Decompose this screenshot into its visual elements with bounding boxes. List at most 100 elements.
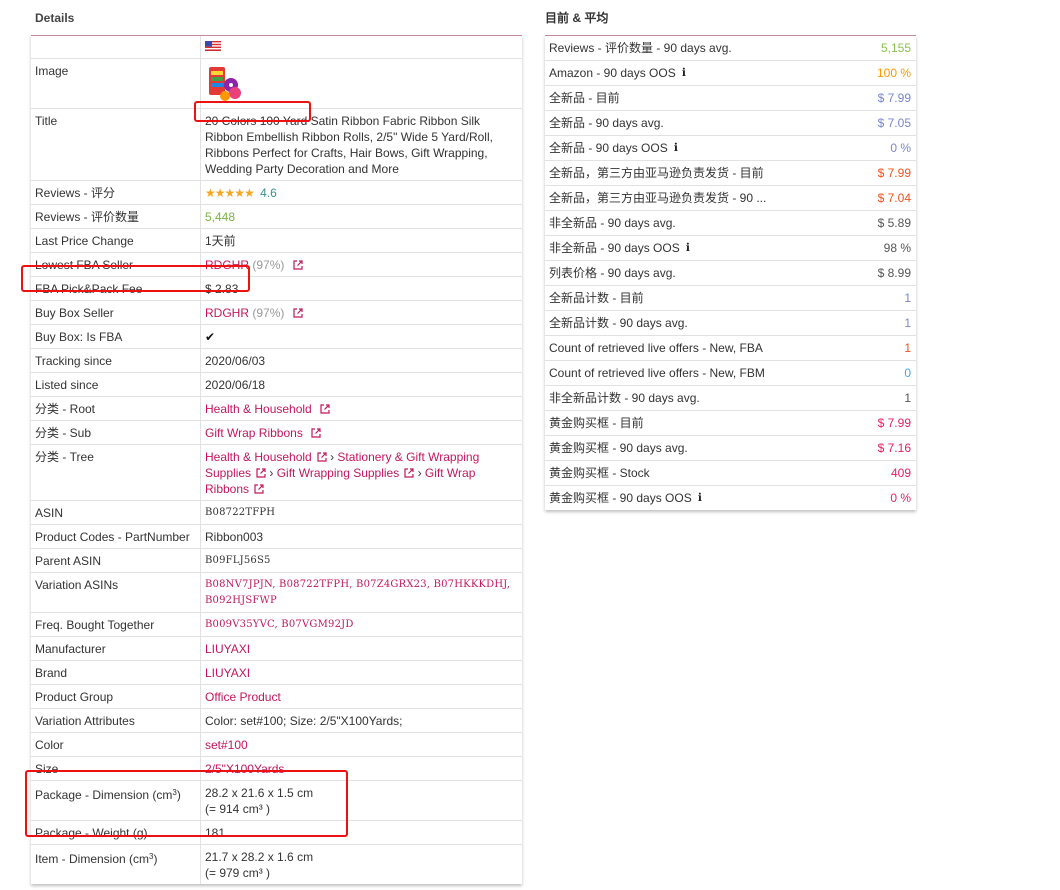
stat-label: 全新品 - 目前 (549, 91, 620, 105)
variation-asin-link[interactable]: B07Z4GRX23, (356, 579, 430, 590)
asin-label: ASIN (31, 501, 201, 524)
tracking-since-value: 2020/06/03 (205, 354, 266, 368)
category-tree-label: 分类 - Tree (31, 445, 201, 500)
stat-value: 0 % (890, 491, 911, 505)
table-row: Reviews - 评价数量 5,448 (31, 205, 522, 229)
stat-value: $ 8.99 (877, 266, 911, 280)
details-title: Details (35, 11, 75, 25)
checkmark-icon: ✔ (205, 330, 216, 344)
stat-row: 全新品，第三方由亚马逊负责发货 - 90 ... $ 7.04 (545, 186, 916, 211)
category-tree-link-1[interactable]: Health & Household (205, 450, 312, 464)
category-sub-link[interactable]: Gift Wrap Ribbons (205, 426, 303, 440)
stat-label: 列表价格 - 90 days avg. (549, 266, 676, 280)
stat-value: 5,155 (880, 41, 911, 55)
external-link-icon[interactable] (317, 452, 327, 462)
category-root-link[interactable]: Health & Household (205, 402, 312, 416)
variation-asin-link[interactable]: B092HJSFWP (205, 595, 277, 606)
last-price-change-label: Last Price Change (31, 229, 201, 252)
variation-asin-link[interactable]: B08NV7JPJN, (205, 579, 276, 590)
stat-label: Reviews - 评价数量 - 90 days avg. (549, 41, 732, 55)
asin-value: B08722TFPH (205, 507, 276, 518)
rating-stars-icon: ★★★★★ (205, 186, 255, 200)
item-dimension-label: Item - Dimension (cm3) (31, 845, 201, 884)
stat-value: 1 (904, 341, 911, 355)
category-tree-link-3[interactable]: Gift Wrapping Supplies (277, 466, 400, 480)
stat-label: 黄金购买框 - 90 days avg. (549, 441, 688, 455)
external-link-icon[interactable] (293, 308, 303, 318)
table-row: Variation Attributes Color: set#100; Siz… (31, 709, 522, 733)
stat-row: 全新品 - 目前 $ 7.99 (545, 86, 916, 111)
listed-since-label: Listed since (31, 373, 201, 396)
parent-asin-value: B09FLJ56S5 (205, 555, 271, 566)
stat-label: 全新品 - 90 days avg. (549, 116, 664, 130)
table-row: Last Price Change 1天前 (31, 229, 522, 253)
stat-value: $ 7.16 (877, 441, 911, 455)
stat-row: 全新品，第三方由亚马逊负责发货 - 目前 $ 7.99 (545, 161, 916, 186)
buybox-fba-label: Buy Box: Is FBA (31, 325, 201, 348)
stat-label: 黄金购买框 - 90 days OOS (549, 491, 692, 505)
stat-row: 黄金购买框 - Stock 409 (545, 461, 916, 486)
variation-asins-label: Variation ASINs (31, 573, 201, 612)
stat-row: 非全新品 - 90 days avg. $ 5.89 (545, 211, 916, 236)
stat-value: $ 5.89 (877, 216, 911, 230)
external-link-icon[interactable] (254, 484, 264, 494)
stat-row: Amazon - 90 days OOS ℹ 100 % (545, 61, 916, 86)
table-row: 分类 - Tree Health & Household › Stationer… (31, 445, 522, 501)
variation-asin-link[interactable]: B08722TFPH, (279, 579, 353, 590)
manufacturer-link[interactable]: LIUYAXI (201, 637, 522, 660)
stat-value: 1 (904, 391, 911, 405)
variation-attributes-value: Color: set#100; Size: 2/5"X100Yards; (205, 714, 403, 728)
stat-value: 0 % (890, 141, 911, 155)
fbt-asin-link[interactable]: B07VGM92JD (281, 619, 353, 630)
stat-value: $ 7.99 (877, 166, 911, 180)
product-image[interactable] (205, 63, 243, 103)
stat-value: 1 (904, 291, 911, 305)
external-link-icon[interactable] (293, 260, 303, 270)
stat-value: $ 7.99 (877, 91, 911, 105)
parent-asin-label: Parent ASIN (31, 549, 201, 572)
table-row: Manufacturer LIUYAXI (31, 637, 522, 661)
color-link[interactable]: set#100 (201, 733, 522, 756)
variation-asin-link[interactable]: B07HKKKDHJ, (434, 579, 511, 590)
product-group-link[interactable]: Office Product (201, 685, 522, 708)
buybox-seller-pct: (97%) (252, 306, 285, 320)
external-link-icon[interactable] (311, 428, 321, 438)
stat-row: 全新品 - 90 days avg. $ 7.05 (545, 111, 916, 136)
brand-label: Brand (31, 661, 201, 684)
table-row: 分类 - Root Health & Household (31, 397, 522, 421)
stat-value: $ 7.04 (877, 191, 911, 205)
stat-value: 0 (904, 366, 911, 380)
variation-asins: B08NV7JPJN, B08722TFPH, B07Z4GRX23, B07H… (201, 573, 522, 612)
stat-label: 全新品 - 90 days OOS (549, 141, 668, 155)
external-link-icon[interactable] (256, 468, 266, 478)
review-count-value: 5,448 (205, 210, 236, 224)
details-panel: Details Image Title 20 Colors 100 Yard S… (31, 9, 522, 884)
table-row: Product Group Office Product (31, 685, 522, 709)
table-row: Tracking since 2020/06/03 (31, 349, 522, 373)
stat-label: 全新品，第三方由亚马逊负责发货 - 目前 (549, 166, 764, 180)
stat-label: 非全新品计数 - 90 days avg. (549, 391, 700, 405)
item-volume-value: (= 979 cm³ ) (205, 866, 271, 880)
table-row: Color set#100 (31, 733, 522, 757)
stat-row: 全新品计数 - 90 days avg. 1 (545, 311, 916, 336)
rating-label: Reviews - 评分 (31, 181, 201, 204)
table-row: Brand LIUYAXI (31, 661, 522, 685)
part-number-value: Ribbon003 (205, 530, 264, 544)
category-root-label: 分类 - Root (31, 397, 201, 420)
buybox-seller-link[interactable]: RDGHR (205, 306, 249, 320)
variation-attributes-label: Variation Attributes (31, 709, 201, 732)
external-link-icon[interactable] (320, 404, 330, 414)
stat-value: 98 % (883, 241, 911, 255)
table-row: Freq. Bought Together B009V35YVC, B07VGM… (31, 613, 522, 637)
part-number-label: Product Codes - PartNumber (31, 525, 201, 548)
table-row: ASIN B08722TFPH (31, 501, 522, 525)
breadcrumb-separator: › (417, 466, 422, 480)
breadcrumb-separator: › (269, 466, 274, 480)
brand-link[interactable]: LIUYAXI (201, 661, 522, 684)
stat-label: 黄金购买框 - Stock (549, 466, 650, 480)
stat-value: 1 (904, 316, 911, 330)
external-link-icon[interactable] (404, 468, 414, 478)
stat-row: Reviews - 评价数量 - 90 days avg. 5,155 (545, 36, 916, 61)
stat-label: 全新品计数 - 90 days avg. (549, 316, 688, 330)
fbt-asin-link[interactable]: B009V35YVC, (205, 619, 278, 630)
